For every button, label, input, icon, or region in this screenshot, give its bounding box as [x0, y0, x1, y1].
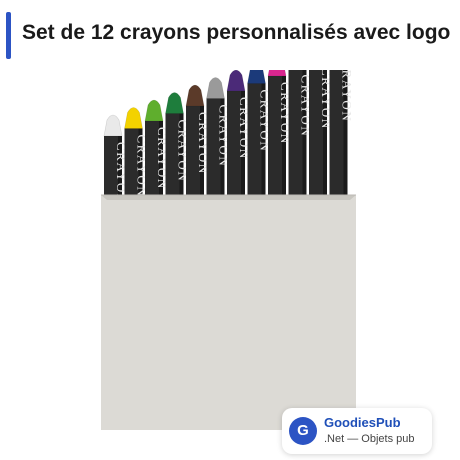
crayon-box: [101, 194, 356, 430]
brand-tagline: .Net — Objets pub: [324, 433, 415, 445]
title-accent-bar: [6, 12, 11, 59]
brand-name: GoodiesPub: [324, 415, 401, 430]
page-title: Set de 12 crayons personnalisés avec log…: [22, 21, 451, 44]
brand-badge[interactable]: G GoodiesPub .Net — Objets pub: [282, 408, 432, 454]
brand-logo-icon: G: [289, 417, 317, 445]
title-bar: Set de 12 crayons personnalisés avec log…: [0, 0, 460, 70]
